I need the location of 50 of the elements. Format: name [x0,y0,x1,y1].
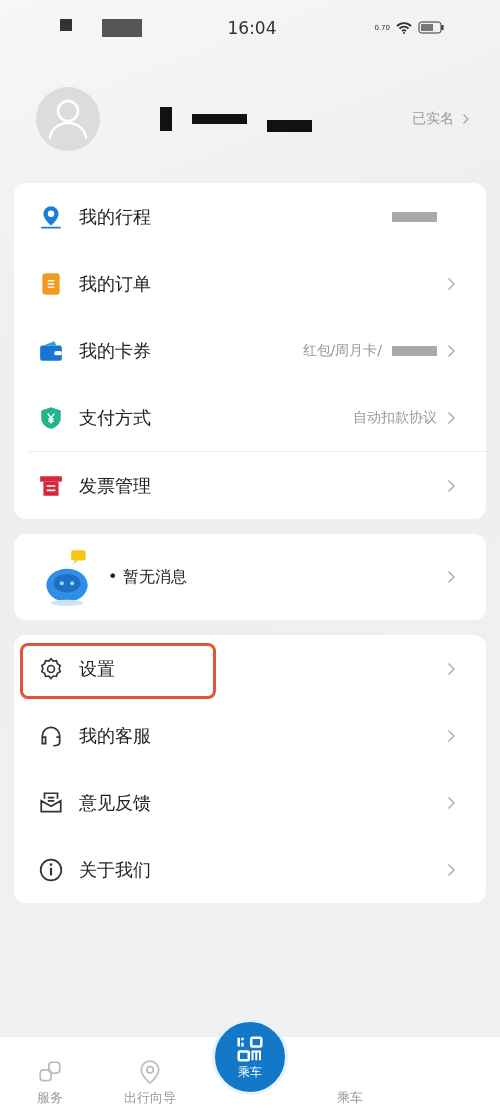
chevron-icon [447,661,456,676]
menu-label: 支付方式 [79,405,151,430]
redacted-block [192,114,247,124]
menu-label: 发票管理 [79,473,151,498]
chevron-icon [447,410,456,425]
shield-icon [38,404,64,431]
menu-item[interactable]: 设置 [14,635,486,702]
menu-label: 我的订单 [79,271,151,296]
menu-item[interactable]: 我的订单 [14,250,486,317]
chevron-icon [462,113,470,125]
chevron-icon [447,728,456,743]
menu-label: 我的行程 [79,204,151,229]
menu-item[interactable]: 意见反馈 [14,769,486,836]
wifi-icon [396,21,412,34]
chevron-icon [447,570,456,584]
menu-item[interactable]: 关于我们 [14,836,486,903]
settings-icon [38,655,64,682]
redacted-block [267,120,312,132]
message-card[interactable]: • 暂无消息 [14,534,486,620]
menu-value: 红包/周月卡/ [302,341,382,360]
chevron-icon [447,478,456,493]
menu-item[interactable]: 我的卡券 红包/周月卡/ [14,317,486,384]
menu-label: 设置 [79,656,115,681]
menu-label: 关于我们 [79,857,151,882]
location-pin-icon [38,203,64,230]
battery-icon [418,21,444,34]
menu-label: 我的卡券 [79,338,151,363]
menu-label: 我的客服 [79,723,151,748]
feedback-mail-icon [38,789,64,816]
info-icon [38,856,64,883]
redacted-block [60,18,72,31]
menu-item[interactable]: 我的客服 [14,702,486,769]
chevron-icon [447,276,456,291]
menu-value: 自动扣款协议 [353,408,437,427]
chevron-icon [447,862,456,877]
redacted-block [392,345,437,356]
menu-item[interactable]: 发票管理 [14,452,486,519]
redacted-block [392,211,437,222]
menu-label: 意见反馈 [79,790,151,815]
redacted-block [160,107,172,131]
message-text: • 暂无消息 [108,566,188,588]
ride-button[interactable]: 乘车 [212,1019,288,1095]
menu-item[interactable]: 我的行程 [14,183,486,250]
menu-item[interactable]: 支付方式 自动扣款协议 [14,384,486,451]
squares-icon [37,1059,63,1085]
chevron-icon [447,343,456,358]
chevron-icon [447,795,456,810]
redacted-block [102,18,142,37]
clock-time: 16:04 [227,17,277,38]
avatar-icon[interactable] [36,87,100,151]
